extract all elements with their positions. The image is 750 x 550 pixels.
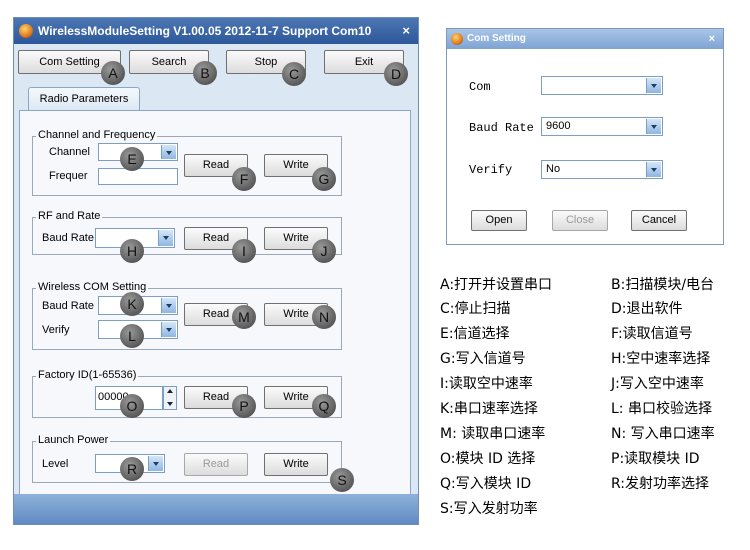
chevron-down-icon[interactable] <box>646 162 661 177</box>
legend-l: L: 串口校验选择 <box>611 401 712 417</box>
annotation-badge-k: K <box>120 292 144 316</box>
baud-rate-value: 9600 <box>546 120 571 132</box>
close-button[interactable]: Close <box>552 210 608 231</box>
legend-d: D:退出软件 <box>611 301 683 317</box>
channel-group-title: Channel and Frequency <box>36 129 158 141</box>
power-group-title: Launch Power <box>36 434 111 446</box>
chevron-up-icon[interactable] <box>167 389 173 393</box>
channel-label: Channel <box>49 146 90 158</box>
annotation-badge-s: S <box>330 468 354 492</box>
legend-f: F:读取信道号 <box>611 326 693 342</box>
legend-i: I:读取空中速率 <box>440 376 533 392</box>
close-icon[interactable]: × <box>402 18 410 44</box>
chevron-down-icon[interactable] <box>148 456 163 471</box>
annotation-badge-j: J <box>312 239 336 263</box>
legend-n: N: 写入串口速率 <box>611 426 715 442</box>
legend-g: G:写入信道号 <box>440 351 526 367</box>
rf-baud-label: Baud Rate <box>42 232 94 244</box>
chevron-down-icon[interactable] <box>158 230 173 246</box>
com-baud-label: Baud Rate <box>42 300 94 312</box>
legend-m: M: 读取串口速率 <box>440 426 546 442</box>
status-bar <box>14 494 418 524</box>
com-setting-dialog: Com Setting × Com Baud Rate 9600 Verify … <box>446 28 724 245</box>
annotation-badge-q: Q <box>312 394 336 418</box>
close-icon[interactable]: × <box>709 29 715 49</box>
legend-e: E:信道选择 <box>440 326 510 342</box>
annotation-badge-m: M <box>232 305 256 329</box>
chevron-down-icon[interactable] <box>646 119 661 134</box>
annotation-badge-p: P <box>232 394 256 418</box>
legend-q: Q:写入模块 ID <box>440 476 532 492</box>
verify-label: Verify <box>42 324 70 336</box>
annotation-badge-g: G <box>312 167 336 191</box>
power-write-button[interactable]: Write <box>264 453 328 476</box>
main-titlebar[interactable]: WirelessModuleSetting V1.00.05 2012-11-7… <box>14 18 418 44</box>
cancel-button[interactable]: Cancel <box>631 210 687 231</box>
level-label: Level <box>42 458 69 470</box>
frequency-field[interactable] <box>98 168 178 185</box>
tab-radio-parameters[interactable]: Radio Parameters <box>28 87 140 111</box>
annotation-badge-f: F <box>232 167 256 191</box>
window-title: WirelessModuleSetting V1.00.05 2012-11-7… <box>38 24 372 38</box>
chevron-down-icon[interactable] <box>161 322 176 337</box>
annotation-badge-n: N <box>312 305 336 329</box>
frequency-label: Frequer <box>49 170 88 182</box>
legend-b: B:扫描模块/电台 <box>611 277 715 293</box>
annotation-badge-i: I <box>232 239 256 263</box>
baud-rate-combo[interactable]: 9600 <box>541 117 663 136</box>
annotation-badge-b: B <box>193 61 217 85</box>
com-port-combo[interactable] <box>541 76 663 95</box>
legend-r: R:发射功率选择 <box>611 476 710 492</box>
annotation-badge-l: L <box>120 324 144 348</box>
legend-j: J:写入空中速率 <box>611 376 704 392</box>
power-read-button[interactable]: Read <box>184 453 248 476</box>
legend-k: K:串口速率选择 <box>440 401 538 417</box>
rf-group-title: RF and Rate <box>36 210 103 222</box>
legend-o: O:模块 ID 选择 <box>440 451 536 467</box>
chevron-down-icon[interactable] <box>167 402 173 406</box>
legend-h: H:空中速率选择 <box>611 351 711 367</box>
verify-value: No <box>546 163 561 175</box>
main-window: WirelessModuleSetting V1.00.05 2012-11-7… <box>13 17 419 525</box>
dialog-titlebar[interactable]: Com Setting × <box>447 29 723 49</box>
annotation-badge-d: D <box>384 62 408 86</box>
annotation-badge-a: A <box>101 61 125 85</box>
dialog-title: Com Setting <box>467 33 526 44</box>
chevron-down-icon[interactable] <box>646 78 661 93</box>
com-label: Com <box>469 80 491 94</box>
legend-c: C:停止扫描 <box>440 301 511 317</box>
legend-a: A:打开并设置串口 <box>440 277 553 293</box>
legend-s: S:写入发射功率 <box>440 501 538 517</box>
app-icon <box>451 33 463 45</box>
annotation-badge-o: O <box>120 394 144 418</box>
open-button[interactable]: Open <box>471 210 527 231</box>
annotation-badge-h: H <box>120 239 144 263</box>
chevron-down-icon[interactable] <box>161 298 176 313</box>
verify-combo[interactable]: No <box>541 160 663 179</box>
app-icon <box>19 24 33 38</box>
annotation-badge-e: E <box>120 147 144 171</box>
verify-label: Verify <box>469 163 513 177</box>
annotation-badge-c: C <box>282 62 306 86</box>
chevron-down-icon[interactable] <box>161 145 176 159</box>
legend-p: P:读取模块 ID <box>611 451 700 467</box>
factory-group-title: Factory ID(1-65536) <box>36 369 139 381</box>
baud-rate-label: Baud Rate <box>469 121 534 135</box>
factory-id-stepper[interactable] <box>163 386 177 410</box>
annotation-badge-r: R <box>120 457 144 481</box>
